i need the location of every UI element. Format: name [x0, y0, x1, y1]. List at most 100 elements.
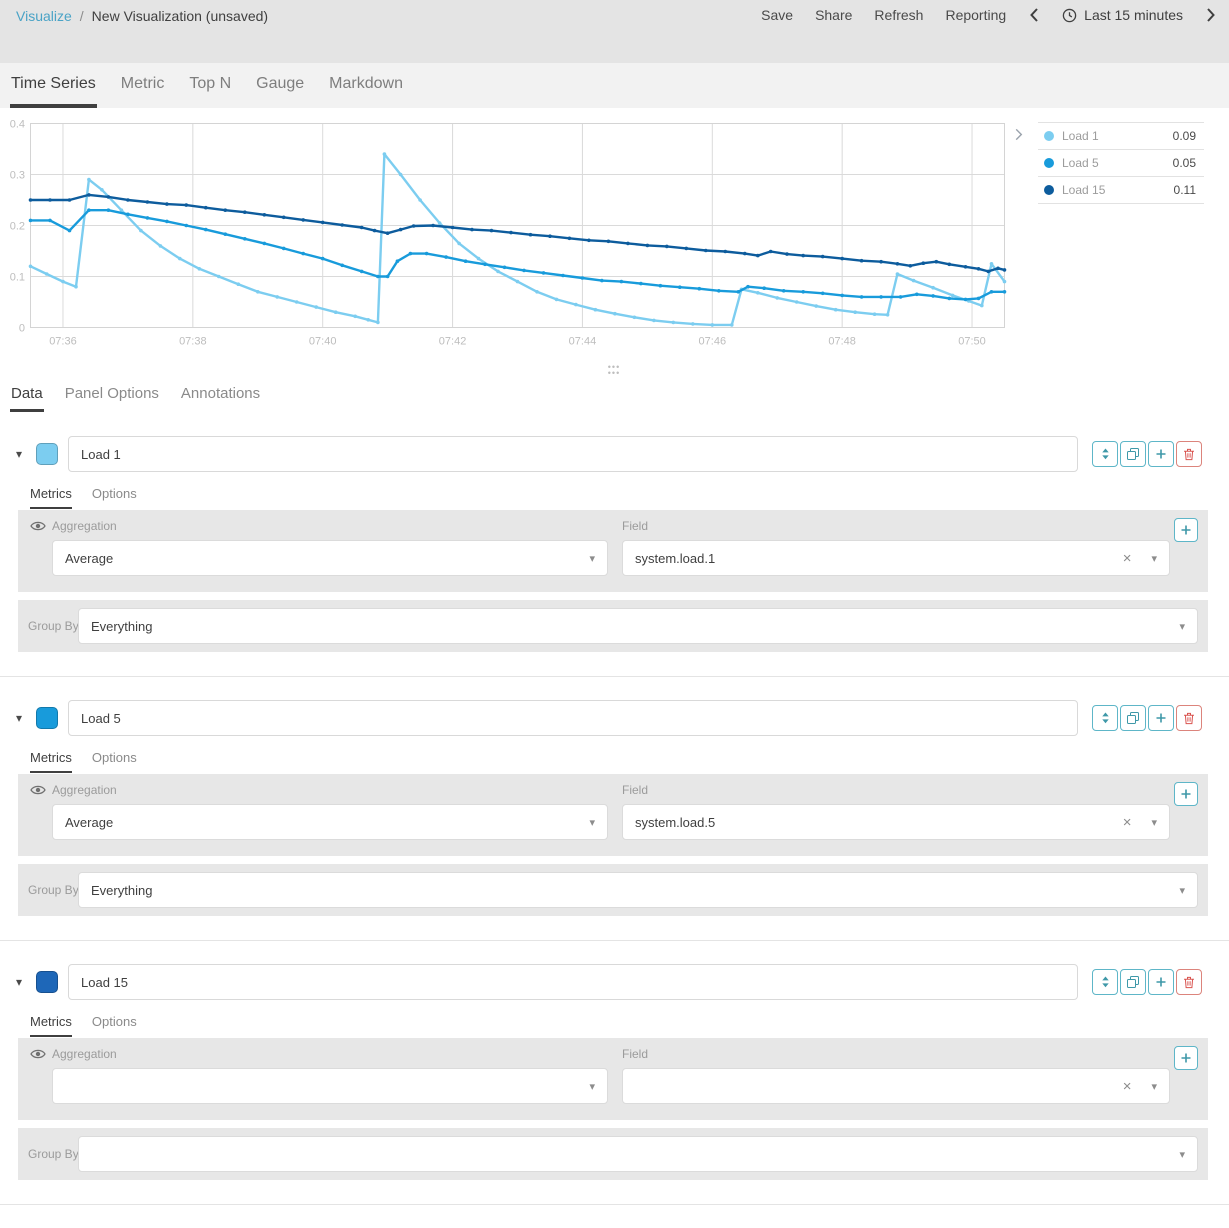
field-select[interactable]: system.load.1 × ▾ [622, 540, 1170, 576]
series-list: ▾ Metrics Options [0, 412, 1229, 1228]
vis-tab-top-n[interactable]: Top N [188, 63, 232, 108]
legend-label: Load 15 [1062, 183, 1174, 197]
legend-value: 0.05 [1173, 156, 1196, 170]
tab-options[interactable]: Options [92, 486, 137, 509]
clear-field-icon[interactable]: × [1123, 1078, 1132, 1095]
series-buttons [1092, 969, 1202, 995]
legend-item[interactable]: Load 150.11 [1038, 177, 1204, 204]
svg-text:0.1: 0.1 [10, 272, 25, 284]
group-by-select[interactable]: ▾ [78, 1136, 1198, 1172]
clone-series-button[interactable] [1120, 969, 1146, 995]
field-label: Field [622, 1047, 648, 1061]
chart-legend: Load 10.09Load 50.05Load 150.11 [1038, 122, 1204, 204]
time-forward-button[interactable] [1205, 6, 1217, 24]
breadcrumb-visualize-link[interactable]: Visualize [16, 8, 72, 24]
tab-metrics[interactable]: Metrics [30, 486, 72, 509]
add-metric-button[interactable] [1174, 1046, 1198, 1070]
vis-tab-gauge[interactable]: Gauge [255, 63, 305, 108]
field-select[interactable]: system.load.5 × ▾ [622, 804, 1170, 840]
svg-text:07:42: 07:42 [439, 336, 467, 348]
eye-icon[interactable] [30, 784, 46, 796]
tab-options[interactable]: Options [92, 750, 137, 773]
svg-text:07:46: 07:46 [699, 336, 727, 348]
field-label: Field [622, 519, 648, 533]
group-by-value: Everything [91, 883, 1171, 898]
series-buttons [1092, 705, 1202, 731]
clone-icon [1127, 448, 1139, 460]
aggregation-select[interactable]: ▾ [52, 1068, 608, 1104]
series-subtabs: Metrics Options [30, 486, 137, 509]
delete-series-button[interactable] [1176, 969, 1202, 995]
delete-series-button[interactable] [1176, 441, 1202, 467]
series-label-input[interactable] [68, 436, 1078, 472]
legend-item[interactable]: Load 50.05 [1038, 150, 1204, 177]
editor-tab-panel-options[interactable]: Panel Options [64, 378, 160, 412]
legend-value: 0.11 [1174, 183, 1196, 197]
editor-tabs: Data Panel Options Annotations [0, 378, 1229, 412]
plus-icon [1180, 788, 1192, 800]
clear-field-icon[interactable]: × [1123, 814, 1132, 831]
collapse-caret-icon[interactable]: ▾ [16, 964, 22, 1000]
clone-series-button[interactable] [1120, 441, 1146, 467]
action-share-button[interactable]: Share [815, 7, 852, 23]
series-divider [0, 1204, 1229, 1205]
action-refresh-button[interactable]: Refresh [874, 7, 923, 23]
action-reporting-button[interactable]: Reporting [945, 7, 1006, 23]
plus-icon [1180, 1052, 1192, 1064]
add-series-button[interactable] [1148, 705, 1174, 731]
chevron-right-icon [1015, 128, 1023, 141]
series-divider [0, 676, 1229, 677]
legend-label: Load 5 [1062, 156, 1173, 170]
delete-series-button[interactable] [1176, 705, 1202, 731]
tab-options[interactable]: Options [92, 1014, 137, 1037]
eye-icon[interactable] [30, 1048, 46, 1060]
reorder-series-button[interactable] [1092, 969, 1118, 995]
add-metric-button[interactable] [1174, 518, 1198, 542]
clear-field-icon[interactable]: × [1123, 550, 1132, 567]
group-by-select[interactable]: Everything ▾ [78, 872, 1198, 908]
eye-icon[interactable] [30, 520, 46, 532]
add-series-button[interactable] [1148, 441, 1174, 467]
add-series-button[interactable] [1148, 969, 1174, 995]
breadcrumb: Visualize / New Visualization (unsaved) [16, 8, 268, 24]
chevron-down-icon: ▾ [589, 1080, 595, 1093]
time-back-button[interactable] [1028, 6, 1040, 24]
editor-tab-annotations[interactable]: Annotations [180, 378, 261, 412]
collapse-caret-icon[interactable]: ▾ [16, 700, 22, 736]
add-metric-button[interactable] [1174, 782, 1198, 806]
aggregation-value: Average [65, 551, 581, 566]
aggregation-select[interactable]: Average ▾ [52, 540, 608, 576]
vis-tab-markdown[interactable]: Markdown [328, 63, 404, 108]
vis-tab-metric[interactable]: Metric [120, 63, 166, 108]
tab-metrics[interactable]: Metrics [30, 750, 72, 773]
series-color-swatch[interactable] [36, 443, 58, 465]
reorder-series-button[interactable] [1092, 705, 1118, 731]
clone-series-button[interactable] [1120, 705, 1146, 731]
series-color-swatch[interactable] [36, 971, 58, 993]
vis-tab-time-series[interactable]: Time Series [10, 63, 97, 108]
series-subtabs: Metrics Options [30, 1014, 137, 1037]
series-label-input[interactable] [68, 700, 1078, 736]
chevron-down-icon: ▾ [1151, 816, 1157, 829]
collapse-caret-icon[interactable]: ▾ [16, 436, 22, 472]
editor-tab-data[interactable]: Data [10, 378, 44, 412]
series-label-input[interactable] [68, 964, 1078, 1000]
legend-collapse-button[interactable] [1015, 128, 1023, 141]
panel-resize-handle[interactable]: •••••• [604, 364, 624, 372]
tab-metrics[interactable]: Metrics [30, 1014, 72, 1037]
group-by-select[interactable]: Everything ▾ [78, 608, 1198, 644]
timeseries-chart: 07:3607:3807:4007:4207:4407:4607:4807:50… [0, 108, 1010, 360]
legend-dot-icon [1044, 131, 1054, 141]
aggregation-value: Average [65, 815, 581, 830]
svg-text:07:38: 07:38 [179, 336, 207, 348]
reorder-series-button[interactable] [1092, 441, 1118, 467]
chevron-left-icon [1030, 8, 1038, 22]
time-picker-button[interactable]: Last 15 minutes [1062, 7, 1183, 23]
series-color-swatch[interactable] [36, 707, 58, 729]
field-select[interactable]: × ▾ [622, 1068, 1170, 1104]
aggregation-select[interactable]: Average ▾ [52, 804, 608, 840]
legend-item[interactable]: Load 10.09 [1038, 123, 1204, 150]
breadcrumb-current: New Visualization (unsaved) [92, 8, 268, 24]
action-save-button[interactable]: Save [761, 7, 793, 23]
svg-text:0.4: 0.4 [10, 119, 25, 131]
